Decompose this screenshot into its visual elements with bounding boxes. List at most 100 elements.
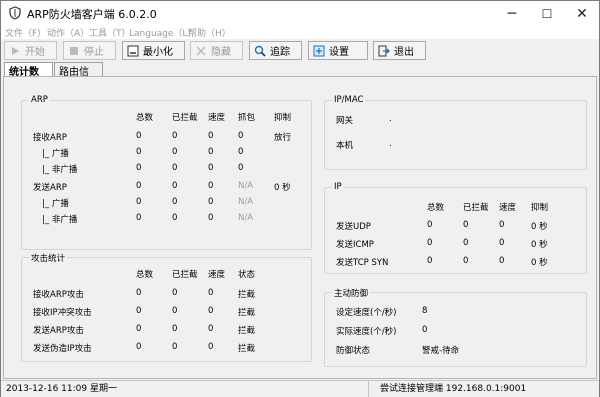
defense-row-label: 设定速度(个/秒) <box>336 308 397 318</box>
ip-cell: 0 <box>463 220 469 230</box>
arp-group: ARP 总数 已拦截 速度 抓包 抑制 接收ARP 0 0 0 0 放行 |_ … <box>21 95 312 250</box>
start-label: 开始 <box>25 47 45 58</box>
attack-header-blocked: 已拦截 <box>172 270 198 280</box>
arp-cell: 0 <box>208 147 214 157</box>
trace-button[interactable]: 追踪 <box>249 41 302 60</box>
defense-value: 警戒-待命 <box>422 346 460 356</box>
arp-header-capture: 抓包 <box>238 113 256 123</box>
attack-header-status: 状态 <box>238 270 256 280</box>
arp-cell: N/A <box>238 181 254 191</box>
attack-cell: 拦截 <box>238 290 256 300</box>
arp-group-title: ARP <box>29 95 50 105</box>
arp-cell: 0 <box>238 131 244 141</box>
status-datetime: 2013-12-16 11:09 星期一 <box>1 381 369 397</box>
maximize-window-button[interactable]: ☐ <box>530 1 564 26</box>
attack-cell: 0 <box>208 324 214 334</box>
gateway-value: . <box>389 114 392 124</box>
ip-group: IP 总数 已拦截 速度 抑制 发送UDP 0 0 0 0 秒 发送ICMP 0… <box>324 182 587 274</box>
attack-row-label: 接收ARP攻击 <box>33 290 84 300</box>
settings-button[interactable]: 设置 <box>308 41 368 60</box>
stop-label: 停止 <box>84 47 104 58</box>
defense-row-label: 防御状态 <box>336 346 371 356</box>
tab-strip: 统计数据 路由信息 <box>1 62 599 93</box>
exit-button[interactable]: 退出 <box>373 41 426 60</box>
arp-row-label: |_ 非广播 <box>42 215 78 225</box>
ip-header-speed: 速度 <box>499 203 517 213</box>
arp-cell: 0 <box>208 213 214 223</box>
arp-row-label: |_ 非广播 <box>42 165 78 175</box>
toolbar: 开始 停止 最小化 隐藏 追踪 设置 退出 <box>1 39 599 63</box>
arp-header-suppress: 抑制 <box>274 113 292 123</box>
stop-icon <box>70 46 78 55</box>
menu-action[interactable]: 动作（A） <box>47 26 89 39</box>
arp-cell: 0 <box>208 131 214 141</box>
gateway-label: 网关 <box>336 116 354 126</box>
arp-cell: 0 <box>136 147 142 157</box>
attack-cell: 拦截 <box>238 326 256 336</box>
arp-cell: 0 <box>172 147 178 157</box>
title-bar: ARP防火墙客户端 6.0.2.0 ─ ☐ ✕ <box>1 1 599 26</box>
status-connection: 尝试连接管理端 192.168.0.1:9001 <box>380 384 527 394</box>
minimize-label: 最小化 <box>143 47 173 58</box>
arp-row-label: |_ 广播 <box>42 149 69 159</box>
tab-routing[interactable]: 路由信息 <box>54 62 103 93</box>
ip-cell: 0 <box>427 256 433 266</box>
ip-cell: 0 <box>499 238 505 248</box>
arp-cell: 放行 <box>274 133 292 143</box>
attack-row-label: 接收IP冲突攻击 <box>33 308 92 318</box>
arp-cell: 0 <box>136 163 142 173</box>
attack-cell: 0 <box>136 306 142 316</box>
attack-cell: 0 <box>172 288 178 298</box>
arp-row-label: 发送ARP <box>33 183 67 193</box>
arp-cell: 0 <box>208 197 214 207</box>
menu-help[interactable]: 帮助（H） <box>188 26 231 39</box>
menu-language[interactable]: Language（L） <box>129 26 196 39</box>
menu-tools[interactable]: 工具（T） <box>89 26 131 39</box>
stop-button[interactable]: 停止 <box>63 41 116 60</box>
arp-cell: 0 <box>136 197 142 207</box>
arp-cell: 0 <box>136 213 142 223</box>
arp-cell: 0 <box>238 147 244 157</box>
start-button[interactable]: 开始 <box>4 41 57 60</box>
minimize-to-tray-button[interactable]: 最小化 <box>122 41 185 60</box>
ipmac-group-title: IP/MAC <box>332 95 366 105</box>
attack-cell: 0 <box>208 288 214 298</box>
arp-header-blocked: 已拦截 <box>172 113 198 123</box>
window-title: ARP防火墙客户端 6.0.2.0 <box>27 8 157 21</box>
ip-row-label: 发送TCP SYN <box>336 258 389 268</box>
exit-label: 退出 <box>394 47 414 58</box>
ip-cell: 0 秒 <box>531 240 548 250</box>
attack-header-speed: 速度 <box>208 270 226 280</box>
ip-cell: 0 <box>463 238 469 248</box>
tab-statistics[interactable]: 统计数据 <box>4 62 53 93</box>
local-value: . <box>389 139 392 149</box>
statistics-panel: ARP 总数 已拦截 速度 抓包 抑制 接收ARP 0 0 0 0 放行 |_ … <box>3 76 597 379</box>
close-window-button[interactable]: ✕ <box>565 1 599 26</box>
attack-cell: 0 <box>136 324 142 334</box>
attack-cell: 0 <box>172 342 178 352</box>
arp-header-speed: 速度 <box>208 113 226 123</box>
arp-cell: 0 <box>208 163 214 173</box>
ip-header-suppress: 抑制 <box>531 203 549 213</box>
minimize-window-button[interactable]: ─ <box>495 1 529 26</box>
ip-cell: 0 <box>463 256 469 266</box>
ip-row-label: 发送ICMP <box>336 240 374 250</box>
attack-cell: 0 <box>208 306 214 316</box>
menu-file[interactable]: 文件（F） <box>5 26 46 39</box>
arp-row-label: 接收ARP <box>33 133 67 143</box>
arp-cell: 0 <box>172 131 178 141</box>
arp-cell: 0 <box>136 181 142 191</box>
defense-row-label: 实际速度(个/秒) <box>336 327 397 337</box>
ip-cell: 0 秒 <box>531 258 548 268</box>
magnifier-icon <box>254 45 266 57</box>
settings-label: 设置 <box>329 47 349 58</box>
minimize-icon <box>127 45 139 56</box>
hide-icon <box>196 45 206 56</box>
attack-group-title: 攻击统计 <box>29 252 68 264</box>
ip-cell: 0 秒 <box>531 222 548 232</box>
defense-value: 0 <box>422 325 428 335</box>
arp-cell: 0 <box>172 163 178 173</box>
hide-button[interactable]: 隐藏 <box>190 41 243 60</box>
ip-row-label: 发送UDP <box>336 222 371 232</box>
defense-group: 主动防御 设定速度(个/秒) 8 实际速度(个/秒) 0 防御状态 警戒-待命 <box>324 287 587 367</box>
